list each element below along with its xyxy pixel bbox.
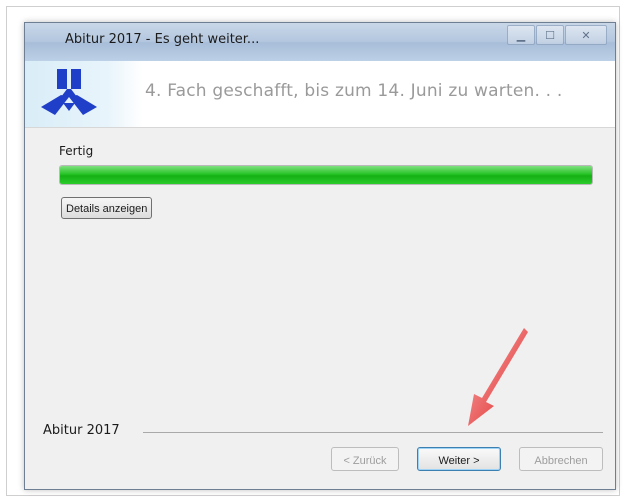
- back-button[interactable]: < Zurück: [331, 447, 399, 471]
- close-icon: ✕: [581, 28, 591, 42]
- details-button[interactable]: Details anzeigen: [61, 197, 153, 219]
- app-logo-icon: [41, 69, 97, 115]
- brand-label: Abitur 2017: [43, 423, 120, 438]
- progress-fill: [60, 166, 592, 184]
- minimize-button[interactable]: ▁: [507, 25, 535, 45]
- cancel-button[interactable]: Abbrechen: [519, 447, 603, 471]
- close-button[interactable]: ✕: [565, 25, 607, 45]
- next-button[interactable]: Weiter >: [417, 447, 501, 471]
- maximize-icon: ☐: [545, 28, 555, 42]
- title-bar[interactable]: Abitur 2017 - Es geht weiter... ▁ ☐ ✕: [25, 23, 615, 61]
- progress-bar: [59, 165, 593, 185]
- header-banner: 4. Fach geschafft, bis zum 14. Juni zu w…: [25, 61, 615, 128]
- status-label: Fertig: [59, 144, 94, 158]
- maximize-button[interactable]: ☐: [536, 25, 564, 45]
- banner-headline: 4. Fach geschafft, bis zum 14. Juni zu w…: [145, 81, 563, 101]
- window-title: Abitur 2017 - Es geht weiter...: [65, 32, 260, 47]
- red-arrow-annotation: [468, 328, 528, 426]
- minimize-icon: ▁: [516, 28, 526, 42]
- window-controls: ▁ ☐ ✕: [506, 25, 607, 45]
- logo-area: [25, 61, 143, 127]
- brand-divider: [143, 432, 603, 433]
